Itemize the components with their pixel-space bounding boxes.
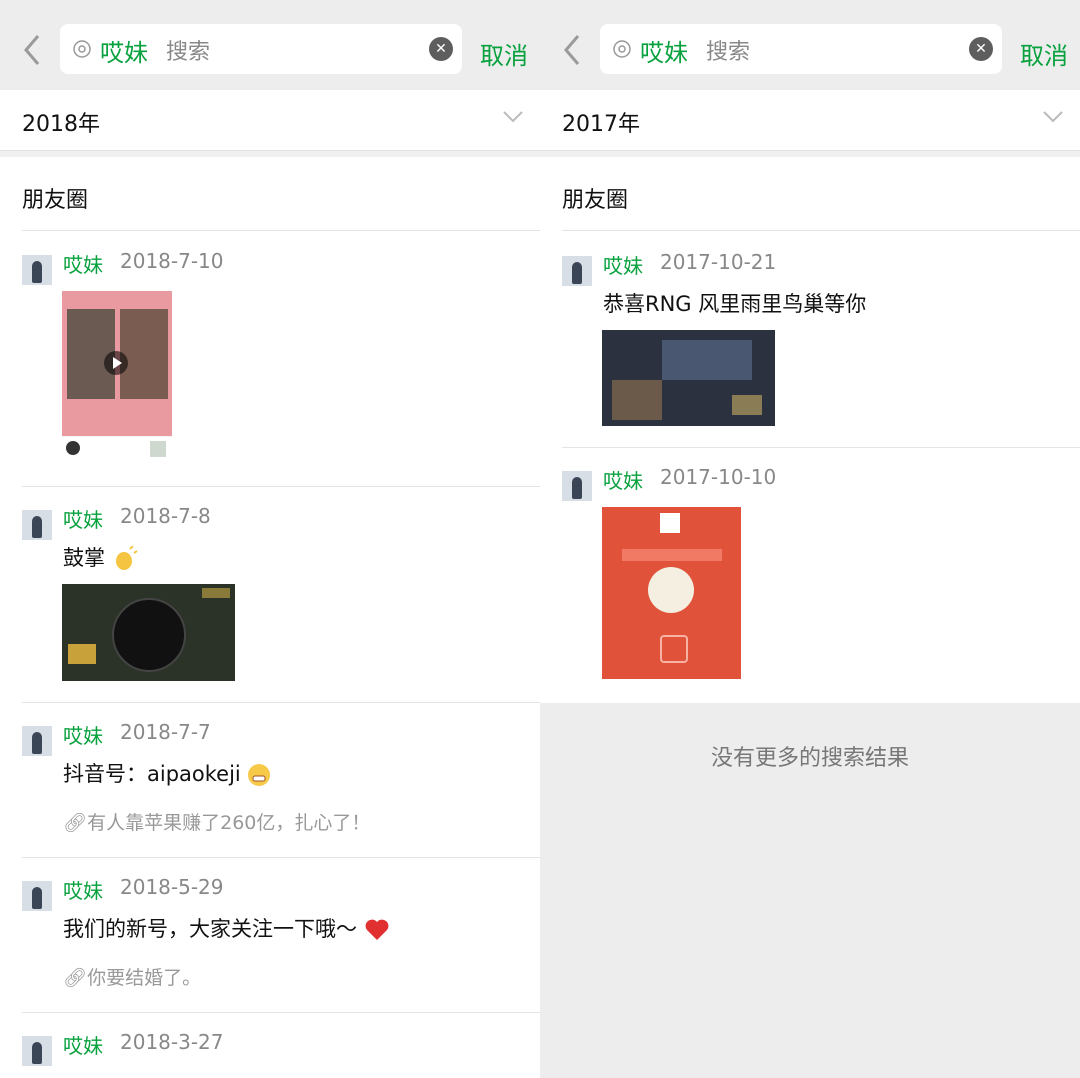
post-text: 我们的新号，大家关注一下哦～ (63, 913, 390, 943)
post-text: 抖音号：aipaokeji (63, 758, 271, 788)
section-gap (0, 151, 540, 157)
author-name[interactable]: 哎妹 (63, 504, 103, 533)
event-photo[interactable] (602, 330, 775, 426)
search-bar: 哎妹 搜索 ✕ 取消 (0, 0, 540, 90)
post-date: 2018-5-29 (120, 875, 224, 899)
avatar[interactable] (562, 256, 592, 286)
poster-image[interactable] (602, 507, 741, 679)
search-tag[interactable]: 哎妹 (100, 33, 148, 68)
tag-icon (613, 40, 631, 58)
clear-icon[interactable]: ✕ (969, 37, 993, 61)
search-bar: 哎妹 搜索 ✕ 取消 (540, 0, 1080, 90)
divider (562, 447, 1080, 448)
post-date: 2017-10-21 (660, 250, 777, 274)
video-thumbnail[interactable] (62, 291, 172, 463)
avatar[interactable] (22, 1036, 52, 1066)
clear-icon[interactable]: ✕ (429, 37, 453, 61)
divider (22, 230, 540, 231)
left-panel: 哎妹 搜索 ✕ 取消 2018年 朋友圈 哎妹 2018-7-10 哎妹 201… (0, 0, 540, 1078)
post-date: 2017-10-10 (660, 465, 777, 489)
post-date: 2018-7-8 (120, 504, 211, 528)
post-text: 恭喜RNG 风里雨里鸟巢等你 (603, 292, 867, 316)
year-filter[interactable]: 2018年 (0, 90, 540, 151)
author-name[interactable]: 哎妹 (603, 465, 643, 494)
avatar[interactable] (22, 881, 52, 911)
avatar[interactable] (22, 255, 52, 285)
search-placeholder: 搜索 (706, 40, 751, 65)
game-screenshot[interactable] (62, 584, 235, 681)
heart-emoji (365, 919, 389, 940)
avatar[interactable] (22, 510, 52, 540)
link-icon: 🔗︎ (63, 967, 88, 989)
author-name[interactable]: 哎妹 (63, 720, 103, 749)
tag-icon (73, 40, 91, 58)
shared-link[interactable]: 🔗︎有人靠苹果赚了260亿，扎心了！ (63, 808, 370, 835)
avatar[interactable] (562, 471, 592, 501)
clap-emoji (115, 546, 138, 570)
cancel-button[interactable]: 取消 (480, 36, 528, 71)
chevron-down-icon (503, 111, 523, 123)
right-panel: 哎妹 搜索 ✕ 取消 2017年 朋友圈 哎妹 2017-10-21 恭喜RNG… (540, 0, 1080, 1078)
post-date: 2018-7-10 (120, 249, 224, 273)
post-text-body: 鼓掌 (63, 546, 105, 570)
year-filter[interactable]: 2017年 (540, 90, 1080, 151)
grin-emoji (248, 764, 271, 786)
section-title: 朋友圈 (22, 188, 89, 213)
post-text-body: 我们的新号，大家关注一下哦～ (63, 917, 357, 941)
search-tag[interactable]: 哎妹 (640, 33, 688, 68)
post-date: 2018-7-7 (120, 720, 211, 744)
back-arrow-icon[interactable] (20, 32, 44, 68)
post-text: 鼓掌 (63, 542, 138, 572)
divider (22, 702, 540, 703)
link-title: 有人靠苹果赚了260亿，扎心了！ (87, 812, 371, 834)
post-text-body: 抖音号：aipaokeji (63, 762, 241, 786)
search-placeholder: 搜索 (166, 40, 211, 65)
cancel-button[interactable]: 取消 (1020, 36, 1068, 71)
back-arrow-icon[interactable] (560, 32, 584, 68)
author-name[interactable]: 哎妹 (63, 1030, 103, 1059)
author-name[interactable]: 哎妹 (63, 875, 103, 904)
chevron-down-icon (1043, 111, 1063, 123)
section-title: 朋友圈 (562, 188, 629, 213)
year-label: 2018年 (22, 112, 100, 137)
divider (22, 857, 540, 858)
play-icon[interactable] (104, 351, 128, 375)
post-date: 2018-3-27 (120, 1030, 224, 1054)
divider (22, 1012, 540, 1013)
link-title: 你要结婚了。 (87, 967, 202, 989)
shared-link[interactable]: 🔗︎你要结婚了。 (63, 963, 201, 990)
link-icon: 🔗︎ (63, 812, 88, 834)
avatar[interactable] (22, 726, 52, 756)
search-input[interactable]: 哎妹 搜索 ✕ (60, 24, 462, 74)
divider (22, 486, 540, 487)
author-name[interactable]: 哎妹 (63, 249, 103, 278)
no-more-results: 没有更多的搜索结果 (710, 746, 909, 771)
author-name[interactable]: 哎妹 (603, 250, 643, 279)
year-label: 2017年 (562, 112, 640, 137)
search-input[interactable]: 哎妹 搜索 ✕ (600, 24, 1002, 74)
divider (562, 230, 1080, 231)
